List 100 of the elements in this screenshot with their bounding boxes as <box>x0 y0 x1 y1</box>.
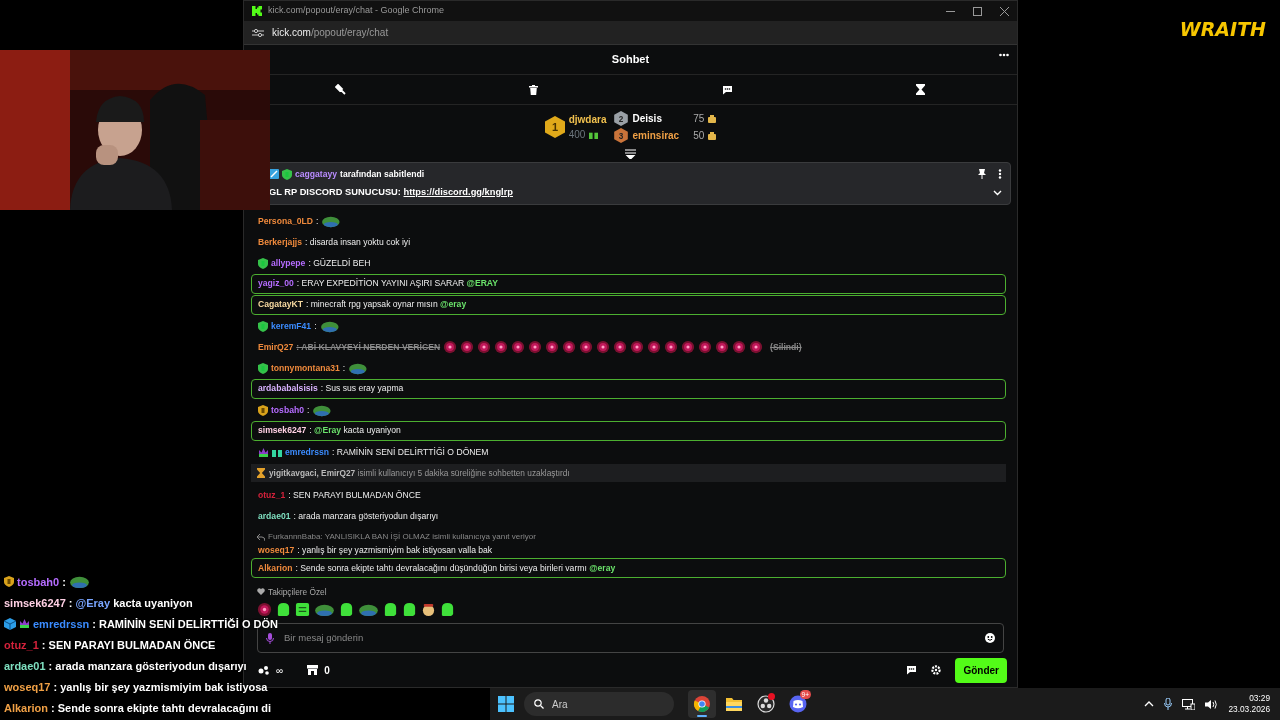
close-icon[interactable] <box>1000 6 1009 16</box>
address-bar[interactable]: kick.com/popout/eray/chat <box>272 25 389 40</box>
message-text: : Sende sonra ekipte tahtı devralacağını di <box>51 701 272 714</box>
username[interactable]: Berkerjajjs <box>258 235 302 249</box>
coin-box-icon <box>708 114 717 123</box>
store-icon[interactable] <box>307 665 319 675</box>
username[interactable]: otuz_1 <box>4 638 39 651</box>
maximize-icon[interactable] <box>973 6 982 16</box>
username[interactable]: allypepe <box>271 256 306 270</box>
orb-icon <box>596 340 611 355</box>
orb-icon <box>562 340 577 355</box>
emote-icon[interactable] <box>339 602 354 617</box>
username[interactable]: eminsirac <box>632 128 680 143</box>
emote-icon[interactable] <box>421 602 436 617</box>
shield-icon <box>282 168 292 180</box>
username[interactable]: caggatayy <box>295 168 338 181</box>
orb-icon <box>443 340 458 355</box>
section-label: Takipçilere Özel <box>268 585 327 598</box>
link[interactable]: https://discord.gg/knglrp <box>403 186 513 197</box>
username[interactable]: ardababalsisis <box>258 382 318 396</box>
more-icon[interactable] <box>999 53 1009 57</box>
emote-icon[interactable] <box>358 602 379 617</box>
hourglass-icon[interactable] <box>915 84 925 95</box>
folder-icon[interactable] <box>725 695 743 713</box>
volume-icon[interactable] <box>1205 698 1219 710</box>
username[interactable]: djwdara <box>568 112 607 127</box>
orb-icon <box>511 340 526 355</box>
site-settings-icon[interactable] <box>252 27 264 38</box>
emote-icon[interactable] <box>295 602 310 617</box>
emote-icon <box>348 361 368 376</box>
search-box[interactable]: Ara <box>524 692 674 716</box>
microphone-icon[interactable] <box>1164 698 1173 710</box>
pin-icon[interactable] <box>978 169 986 180</box>
chevron-up-icon[interactable] <box>1144 701 1155 707</box>
points-icon[interactable] <box>258 665 270 675</box>
browser-icon[interactable] <box>693 695 711 713</box>
start-icon[interactable] <box>498 696 514 712</box>
username[interactable]: Alkarion <box>4 701 48 714</box>
username[interactable]: emredrssn <box>285 445 329 459</box>
orb-icon <box>647 340 662 355</box>
username[interactable]: otuz_1 <box>258 489 286 503</box>
username[interactable]: CagatayKT <box>258 298 303 312</box>
username[interactable]: simsek6247 <box>4 596 66 609</box>
orb-icon <box>460 340 475 355</box>
username[interactable]: tosbah0 <box>271 403 304 417</box>
emote-icon[interactable] <box>276 602 291 617</box>
username[interactable]: emredrssn <box>33 617 90 630</box>
username[interactable]: keremF41 <box>271 319 312 333</box>
chevron-down-icon[interactable] <box>993 189 1002 196</box>
message-text: : GÜZELDİ BEH <box>308 256 371 270</box>
orb-icon[interactable] <box>257 602 272 617</box>
emote-icon[interactable] <box>383 602 398 617</box>
message-text: : RAMİNİN SENİ DELİRTTİĞİ O DÖNEM <box>331 445 489 459</box>
settings-icon[interactable] <box>931 665 942 675</box>
username[interactable]: woseq17 <box>4 680 51 693</box>
username[interactable]: simsek6247 <box>258 424 307 438</box>
username[interactable]: tonnymontana31 <box>271 361 340 375</box>
username[interactable]: ardae01 <box>4 659 46 672</box>
microphone-icon[interactable] <box>266 632 274 644</box>
more-icon[interactable] <box>998 169 1002 180</box>
message-input[interactable]: Bir mesaj gönderin <box>282 629 977 647</box>
chat-bubble-icon[interactable] <box>906 665 918 675</box>
scroll-down-icon[interactable] <box>625 149 636 159</box>
orb-icon <box>664 340 679 355</box>
emote-icon[interactable] <box>314 602 335 617</box>
username[interactable]: EmirQ27 <box>258 340 294 354</box>
username[interactable]: Persona_0LD <box>258 214 313 228</box>
username[interactable]: ardae01 <box>258 510 291 524</box>
username[interactable]: woseq17 <box>258 544 295 558</box>
game-controller-icon[interactable] <box>789 695 807 713</box>
mention-link[interactable]: @Eray <box>314 425 342 436</box>
app-logo-icon <box>252 6 262 16</box>
orb-icon <box>732 340 747 355</box>
chat-bubble-icon[interactable] <box>721 84 733 95</box>
network-icon[interactable] <box>1182 698 1196 710</box>
emote-icon[interactable] <box>402 602 417 617</box>
mention-link[interactable]: @eray <box>440 299 467 310</box>
trash-icon[interactable] <box>529 84 539 95</box>
mention-link[interactable]: @ERAY <box>466 278 498 289</box>
mention-link[interactable]: @eray <box>589 562 616 573</box>
username[interactable]: yagiz_00 <box>258 277 294 291</box>
username[interactable]: tosbah0 <box>17 575 60 588</box>
emote-icon <box>319 319 340 334</box>
emoji-icon[interactable] <box>985 633 995 643</box>
search-field[interactable]: Ara <box>550 695 650 713</box>
orb-icon <box>545 340 560 355</box>
message-text: : Sende sonra ekipte tahtı devralacağını düşündüğün birisi veya birileri varmı @eray <box>295 561 616 575</box>
message-text: : <box>314 319 317 333</box>
orb-icon <box>698 340 713 355</box>
taskbar-button[interactable] <box>688 690 716 718</box>
mention-link[interactable]: @Eray <box>75 596 111 609</box>
hammer-icon[interactable] <box>335 84 347 95</box>
emote-icon[interactable] <box>440 602 455 617</box>
send-button[interactable]: Gönder <box>955 657 1007 683</box>
clock[interactable]: 03:29 23.03.2026 <box>1228 693 1270 715</box>
store-count: 0 <box>324 663 330 678</box>
rank-badge: 1 <box>544 116 565 138</box>
username[interactable]: Deisis <box>632 111 680 126</box>
username[interactable]: Alkarion <box>258 561 293 575</box>
recorder-icon[interactable] <box>757 695 775 713</box>
